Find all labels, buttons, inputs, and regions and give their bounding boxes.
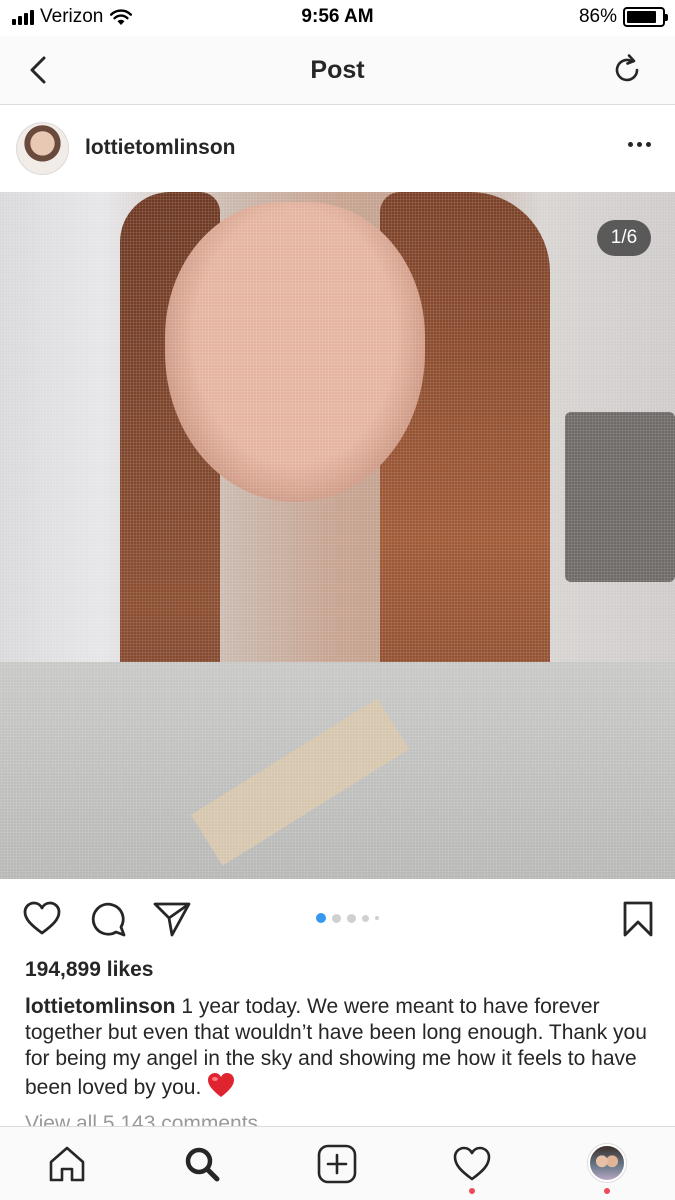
carousel-dot bbox=[332, 913, 341, 923]
status-time: 9:56 AM bbox=[301, 6, 374, 27]
post-header: lottietomlinson bbox=[0, 106, 675, 192]
profile-notification-dot bbox=[604, 1188, 610, 1194]
photo-grain bbox=[0, 192, 675, 879]
share-icon[interactable] bbox=[152, 899, 192, 939]
battery-percent: 86% bbox=[578, 6, 617, 27]
carousel-dot bbox=[316, 913, 326, 923]
carousel-dot bbox=[362, 914, 369, 922]
status-right: 86% bbox=[578, 6, 668, 28]
new-post-icon[interactable] bbox=[316, 1143, 358, 1185]
home-icon[interactable] bbox=[46, 1143, 88, 1185]
comment-icon[interactable] bbox=[88, 899, 128, 939]
photo-counter-badge: 1/6 bbox=[597, 220, 651, 256]
post-caption: lottietomlinson 1 year today. We were me… bbox=[25, 994, 655, 1101]
caption-username[interactable]: lottietomlinson bbox=[25, 995, 176, 1018]
carousel-dot bbox=[375, 916, 379, 920]
likes-count[interactable]: 194,899 likes bbox=[25, 958, 153, 982]
battery-level bbox=[627, 11, 657, 23]
action-bar bbox=[0, 879, 675, 959]
post-photo[interactable]: 1/6 bbox=[0, 192, 675, 879]
search-icon[interactable] bbox=[181, 1143, 223, 1185]
avatar[interactable] bbox=[16, 122, 69, 175]
nav-bar: Post bbox=[0, 36, 675, 105]
carousel-indicator bbox=[316, 913, 379, 923]
profile-avatar[interactable] bbox=[588, 1144, 626, 1182]
red-heart-emoji-icon bbox=[208, 1073, 235, 1097]
bookmark-icon[interactable] bbox=[618, 899, 658, 939]
carousel-dot bbox=[347, 913, 356, 923]
page-title: Post bbox=[310, 56, 365, 84]
heart-icon[interactable] bbox=[22, 899, 62, 939]
activity-heart-icon[interactable] bbox=[451, 1143, 493, 1185]
activity-notification-dot bbox=[469, 1188, 475, 1194]
tab-bar bbox=[0, 1126, 675, 1200]
refresh-icon[interactable] bbox=[609, 52, 645, 88]
more-options-icon[interactable] bbox=[628, 142, 651, 147]
status-bar: Verizon 9:56 AM 86% bbox=[0, 0, 675, 36]
post-username[interactable]: lottietomlinson bbox=[85, 136, 236, 160]
battery-icon bbox=[623, 7, 668, 27]
